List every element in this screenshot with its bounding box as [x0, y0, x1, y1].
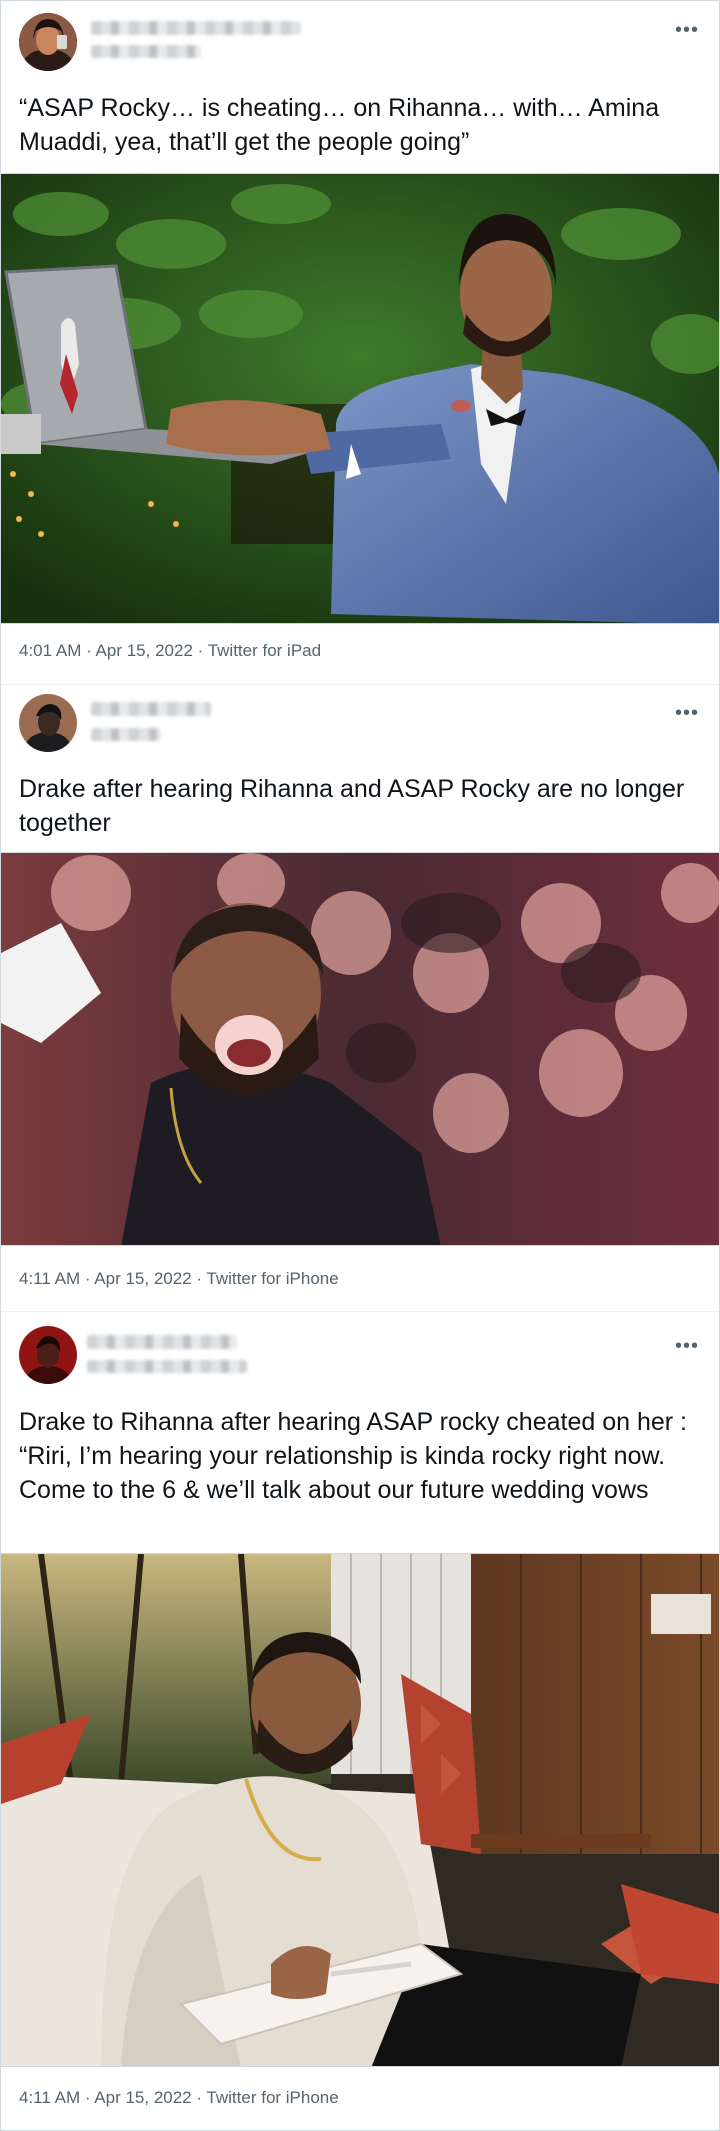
more-horizontal-icon[interactable]: ••• [675, 1336, 699, 1356]
blurred-username[interactable] [87, 1360, 247, 1373]
tweet-2[interactable]: ••• Drake after hearing Rihanna and ASAP… [1, 686, 719, 1311]
tweet-text: Drake after hearing Rihanna and ASAP Roc… [19, 775, 685, 837]
blurred-display-name[interactable] [91, 702, 211, 716]
blurred-username[interactable] [91, 45, 201, 58]
avatar[interactable] [19, 694, 77, 752]
avatar[interactable] [19, 13, 77, 71]
tweet-text: Drake to Rihanna after hearing ASAP rock… [19, 1408, 687, 1504]
tweet-timestamp[interactable]: 4:11 AM · Apr 15, 2022 · Twitter for iPh… [19, 1269, 339, 1289]
tweet-text: “ASAP Rocky… is cheating… on Rihanna… wi… [19, 94, 660, 156]
divider [1, 1311, 719, 1312]
tweet-timestamp[interactable]: 4:01 AM · Apr 15, 2022 · Twitter for iPa… [19, 641, 321, 661]
tweet-photo[interactable] [1, 173, 719, 624]
tweet-feed: ••• “ASAP Rocky… is cheating… on Rihanna… [0, 0, 720, 2131]
blurred-display-name[interactable] [87, 1335, 237, 1349]
more-horizontal-icon[interactable]: ••• [675, 703, 699, 723]
tweet-photo[interactable] [1, 852, 719, 1246]
blurred-display-name[interactable] [91, 21, 301, 35]
blurred-username[interactable] [91, 728, 161, 741]
tweet-3[interactable]: ••• Drake to Rihanna after hearing ASAP … [1, 1313, 719, 2131]
tweet-1[interactable]: ••• “ASAP Rocky… is cheating… on Rihanna… [1, 1, 719, 686]
avatar[interactable] [19, 1326, 77, 1384]
tweet-photo[interactable] [1, 1553, 719, 2067]
tweet-timestamp[interactable]: 4:11 AM · Apr 15, 2022 · Twitter for iPh… [19, 2088, 339, 2108]
divider [1, 684, 719, 685]
more-horizontal-icon[interactable]: ••• [675, 20, 699, 40]
